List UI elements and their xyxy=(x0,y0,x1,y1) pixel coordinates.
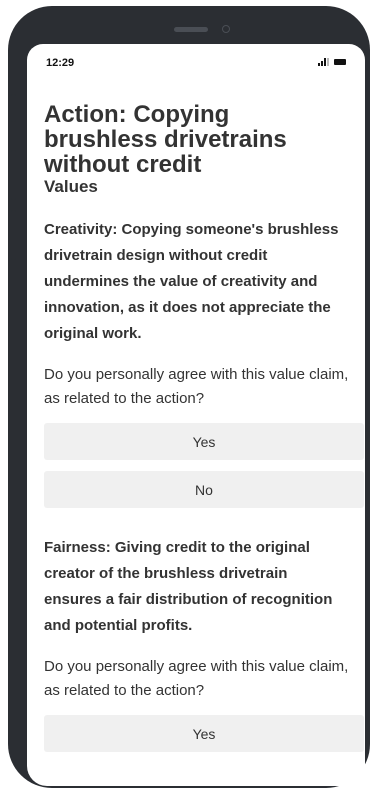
phone-frame: 12:29 Action: Copying brushless drivetra… xyxy=(8,6,370,788)
status-bar: 12:29 xyxy=(27,44,365,80)
front-camera xyxy=(222,25,230,33)
value-block-fairness: Fairness: Giving credit to the original … xyxy=(44,535,364,752)
volume-down-button xyxy=(11,210,16,260)
agreement-question: Do you personally agree with this value … xyxy=(44,366,349,407)
volume-up-button xyxy=(11,150,16,200)
value-claim: Creativity: Copying someone's brushless … xyxy=(44,221,339,342)
mute-switch xyxy=(11,94,16,122)
main-content: Action: Copying brushless drivetrains wi… xyxy=(44,101,364,763)
value-claim: Fairness: Giving credit to the original … xyxy=(44,539,333,634)
status-time: 12:29 xyxy=(46,57,75,69)
speaker-grille xyxy=(174,27,208,32)
yes-button[interactable]: Yes xyxy=(44,423,364,460)
battery-icon xyxy=(334,59,346,65)
action-title: Action: Copying brushless drivetrains wi… xyxy=(44,101,287,178)
section-title: Values xyxy=(44,177,98,196)
agreement-question: Do you personally agree with this value … xyxy=(44,658,349,699)
signal-icon xyxy=(318,58,330,66)
no-button[interactable]: No xyxy=(44,471,364,508)
screen: 12:29 Action: Copying brushless drivetra… xyxy=(27,44,365,786)
yes-button[interactable]: Yes xyxy=(44,715,364,752)
value-block-creativity: Creativity: Copying someone's brushless … xyxy=(44,217,364,508)
